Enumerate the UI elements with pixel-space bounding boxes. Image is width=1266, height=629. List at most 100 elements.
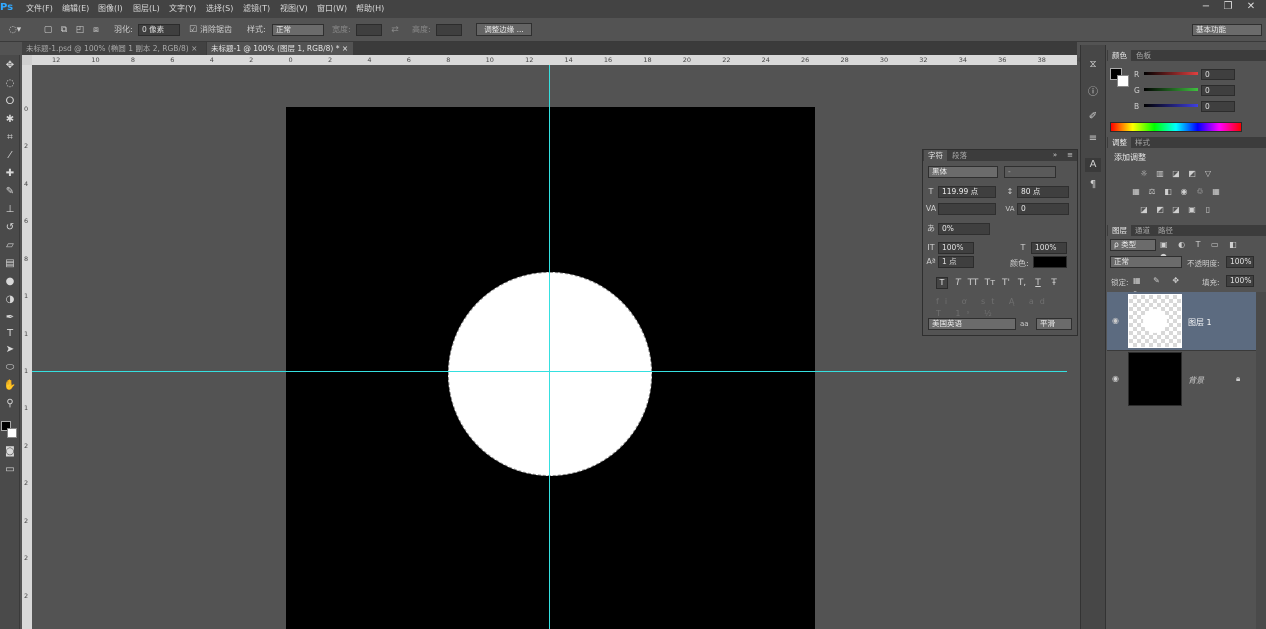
blend-mode-select[interactable]: 正常 [1110,256,1182,268]
subtract-selection-icon[interactable]: ◰ [74,24,86,36]
black-white-icon[interactable]: ◧ [1163,187,1173,196]
eye-icon[interactable]: ◉ [1112,316,1119,325]
eraser-tool-icon[interactable]: ▱ [2,238,18,254]
kerning-select[interactable] [938,203,996,215]
color-spectrum-bar[interactable] [1110,122,1242,132]
antialias-checkbox[interactable]: ☑ [188,24,198,36]
move-tool-icon[interactable]: ✥ [2,58,18,74]
width-input[interactable] [356,24,382,36]
tab-document-2[interactable]: 未标题-1 @ 100% (图层 1, RGB/8) * × [207,42,353,55]
collapse-panel-icon[interactable]: » [1050,150,1060,160]
tracking-select[interactable]: 0 [1017,203,1069,215]
opacity-input[interactable]: 100% [1226,256,1254,268]
tab-paths[interactable]: 路径 [1154,225,1177,236]
paragraph-panel-icon[interactable]: ¶ [1085,178,1101,192]
tab-close-icon[interactable]: × [191,44,197,53]
swap-icon[interactable]: ⇄ [389,24,401,36]
restore-button[interactable]: ❐ [1217,0,1239,14]
workspace-select[interactable]: 基本功能 [1192,24,1262,36]
ruler-corner[interactable] [22,55,32,65]
font-size-select[interactable]: 119.99 点 [938,186,996,198]
language-select[interactable]: 美国英语 [928,318,1016,330]
menu-edit[interactable]: 编辑(E) [62,3,89,14]
blue-slider[interactable] [1144,104,1198,107]
feather-input[interactable]: 0 像素 [138,24,180,36]
lasso-tool-icon[interactable]: ⵔ [2,94,18,110]
menu-filter[interactable]: 滤镜(T) [243,3,270,14]
subscript-button[interactable]: T, [1016,277,1028,289]
menu-layer[interactable]: 图层(L) [133,3,160,14]
path-select-icon[interactable]: ➤ [2,342,18,358]
horizontal-guide[interactable] [32,371,1067,372]
hand-tool-icon[interactable]: ✋ [2,378,18,394]
red-slider[interactable] [1144,72,1198,75]
vertical-scale-input[interactable]: 100% [938,242,974,254]
color-balance-icon[interactable]: ⚖ [1147,187,1157,196]
background-color-swatch[interactable] [7,428,17,438]
tab-paragraph[interactable]: 段落 [948,150,971,161]
vertical-ruler[interactable]: 024681111222223 [22,65,32,629]
panel-menu-icon[interactable]: ≡ [1064,150,1076,160]
circle-selection[interactable] [448,272,652,476]
baseline-shift-input[interactable]: 1 点 [938,256,974,268]
pen-tool-icon[interactable]: ✒ [2,310,18,326]
green-slider[interactable] [1144,88,1198,91]
minimize-button[interactable]: − [1195,0,1217,14]
tab-character[interactable]: 字符 [924,150,947,161]
history-brush-icon[interactable]: ↺ [2,220,18,236]
leading-select[interactable]: 80 点 [1017,186,1069,198]
style-select[interactable]: 正常 [272,24,324,36]
menu-type[interactable]: 文字(Y) [169,3,196,14]
color-lookup-icon[interactable]: ▦ [1211,187,1221,196]
photo-filter-icon[interactable]: ◉ [1179,187,1189,196]
menu-help[interactable]: 帮助(H) [356,3,384,14]
height-input[interactable] [436,24,462,36]
healing-brush-icon[interactable]: ✚ [2,166,18,182]
history-panel-icon[interactable]: ⧖ [1085,58,1101,72]
brush-panel-icon[interactable]: ✐ [1085,110,1101,124]
tab-document-1[interactable]: 未标题-1.psd @ 100% (椭圆 1 副本 2, RGB/8) × [22,42,206,55]
vertical-guide[interactable] [549,65,550,629]
intersect-selection-icon[interactable]: ⧈ [90,24,102,36]
brush-presets-icon[interactable]: ≡ [1085,132,1101,146]
text-antialias-select[interactable]: 平滑 [1036,318,1072,330]
font-style-select[interactable]: - [1004,166,1056,178]
gradient-tool-icon[interactable]: ▤ [2,256,18,272]
background-color-chip[interactable] [1117,75,1129,87]
menu-file[interactable]: 文件(F) [26,3,53,14]
magic-wand-icon[interactable]: ✱ [2,112,18,128]
underline-button[interactable]: T [1032,277,1044,289]
menu-window[interactable]: 窗口(W) [317,3,347,14]
layer-name[interactable]: 图层 1 [1188,317,1212,328]
superscript-button[interactable]: T' [1000,277,1012,289]
horizontal-scale-input[interactable]: 100% [1031,242,1067,254]
screen-mode-icon[interactable]: ▭ [2,462,18,478]
green-value-input[interactable]: 0 [1201,85,1235,96]
menu-view[interactable]: 视图(V) [280,3,308,14]
menu-select[interactable]: 选择(S) [206,3,233,14]
font-family-select[interactable]: 黑体 [928,166,998,178]
layers-scrollbar[interactable] [1256,292,1266,629]
fill-input[interactable]: 100% [1226,275,1254,287]
tab-swatches[interactable]: 色板 [1132,50,1155,61]
tab-layers[interactable]: 图层 [1108,225,1131,236]
red-value-input[interactable]: 0 [1201,69,1235,80]
small-caps-button[interactable]: Tт [983,277,997,289]
zoom-tool-icon[interactable]: ⚲ [2,396,18,412]
selective-color-icon[interactable]: ▣ [1187,205,1197,214]
gradient-map-icon[interactable]: ▯ [1203,205,1213,214]
marquee-tool-icon[interactable]: ◌ [2,76,18,92]
faux-bold-button[interactable]: T [936,277,948,289]
exposure-icon[interactable]: ◩ [1187,169,1197,178]
type-tool-icon[interactable]: T [2,326,18,342]
brush-tool-icon[interactable]: ✎ [2,184,18,200]
elliptical-marquee-icon[interactable]: ◌▾ [6,24,24,36]
brightness-contrast-icon[interactable]: ☼ [1139,169,1149,178]
text-color-swatch[interactable] [1033,256,1067,268]
eye-icon[interactable]: ◉ [1112,374,1119,383]
layer-filter-select[interactable]: ρ 类型 [1110,239,1156,251]
invert-icon[interactable]: ◪ [1139,205,1149,214]
tsume-select[interactable]: 0% [938,223,990,235]
curves-icon[interactable]: ◪ [1171,169,1181,178]
blue-value-input[interactable]: 0 [1201,101,1235,112]
